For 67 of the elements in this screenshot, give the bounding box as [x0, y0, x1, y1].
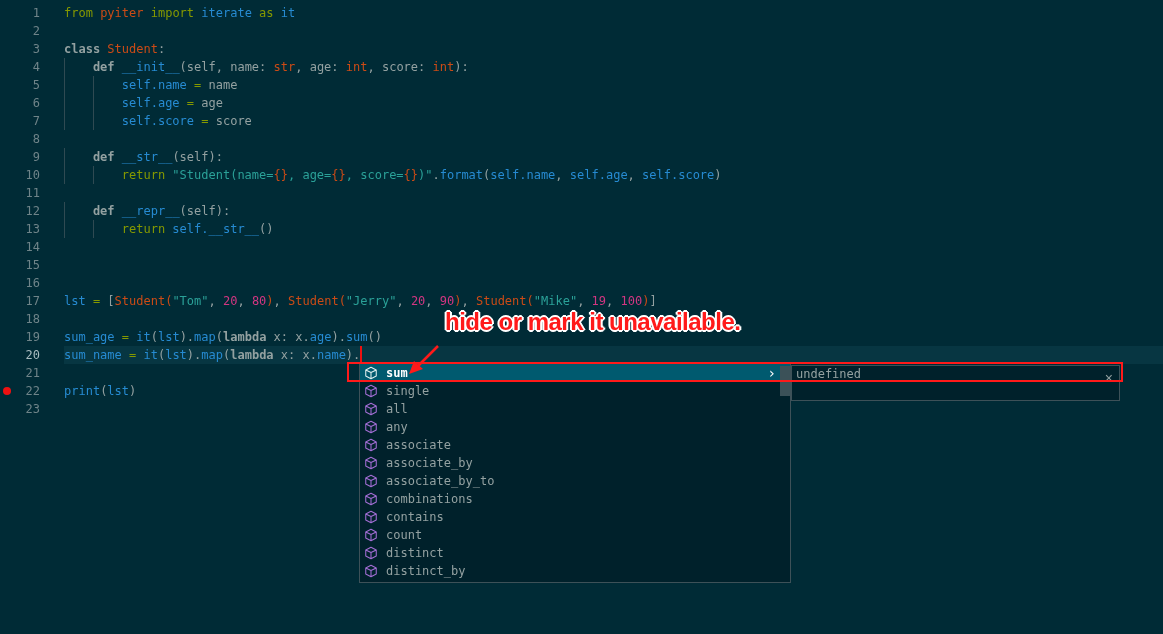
code-line: lst = [Student("Tom", 20, 80), Student("Jerry", 20, 90), Student("Mike", 19, 100)] [64, 293, 657, 310]
suggestion-item[interactable]: associate_by_to [360, 472, 790, 490]
code-line: def __repr__(self): [92, 203, 231, 220]
suggestion-item[interactable]: count [360, 526, 790, 544]
line-number: 6 [32, 95, 40, 112]
line-number: 21 [25, 365, 40, 382]
line-number: 18 [25, 311, 40, 328]
line-number: 12 [25, 203, 40, 220]
suggestion-item[interactable]: associate_by [360, 454, 790, 472]
line-number: 5 [32, 77, 40, 94]
suggestion-item[interactable]: all [360, 400, 790, 418]
line-number: 2 [32, 23, 40, 40]
suggestion-item[interactable]: any [360, 418, 790, 436]
text-cursor [360, 346, 363, 364]
cube-icon [364, 474, 378, 488]
code-line: sum_name = it(lst).map(lambda x: x.name). [64, 347, 361, 364]
line-number: 22 [25, 383, 40, 400]
line-number: 9 [32, 149, 40, 166]
annotation-text: hide or mark it unavailable. [445, 310, 741, 334]
code-line: print(lst) [64, 383, 137, 400]
cube-icon [364, 456, 378, 470]
suggestion-item[interactable]: associate [360, 436, 790, 454]
line-number: 4 [32, 59, 40, 76]
cube-icon [364, 384, 378, 398]
code-line: def __init__(self, name: str, age: int, score: int): [92, 59, 469, 76]
suggestion-item[interactable]: combinations [360, 490, 790, 508]
breakpoint-dot[interactable] [3, 387, 11, 395]
line-number: 20 [25, 347, 40, 364]
suggestion-item[interactable]: single [360, 382, 790, 400]
cube-icon [364, 546, 378, 560]
cube-icon [364, 402, 378, 416]
code-line: self.age = age [121, 95, 223, 112]
annotation-arrow [406, 344, 442, 376]
cube-icon [364, 564, 378, 578]
line-number: 23 [25, 401, 40, 418]
code-line: from pyiter import iterate as it [64, 5, 296, 22]
code-line: class Student: [64, 41, 166, 58]
code-line: return "Student(name={}, age={}, score={})".format(self.name, self.age, self.score) [121, 167, 722, 184]
line-number: 10 [25, 167, 40, 184]
scrollbar-thumb[interactable] [780, 366, 790, 396]
line-number: 3 [32, 41, 40, 58]
line-number: 15 [25, 257, 40, 274]
line-number: 7 [32, 113, 40, 130]
suggestion-item[interactable]: contains [360, 508, 790, 526]
suggestion-item[interactable]: distinct_by [360, 562, 790, 580]
code-line: sum_age = it(lst).map(lambda x: x.age).sum() [64, 329, 382, 346]
detail-text: undefined [796, 367, 862, 382]
cube-icon [364, 528, 378, 542]
code-line: self.score = score [121, 113, 252, 130]
line-number: 17 [25, 293, 40, 310]
cube-icon [364, 492, 378, 506]
code-line: return self.__str__() [121, 221, 274, 238]
line-number: 13 [25, 221, 40, 238]
line-number: 8 [32, 131, 40, 148]
line-number: 11 [25, 185, 40, 202]
suggestion-item[interactable]: distinct [360, 544, 790, 562]
line-number: 19 [25, 329, 40, 346]
cube-icon [364, 510, 378, 524]
code-line: def __str__(self): [92, 149, 223, 166]
line-number: 16 [25, 275, 40, 292]
cube-icon [364, 438, 378, 452]
line-number: 14 [25, 239, 40, 256]
line-number: 1 [32, 5, 40, 22]
expand-chevron[interactable]: › [767, 365, 776, 381]
code-line: self.name = name [121, 77, 238, 94]
cube-icon [364, 366, 378, 380]
cube-icon [364, 420, 378, 434]
